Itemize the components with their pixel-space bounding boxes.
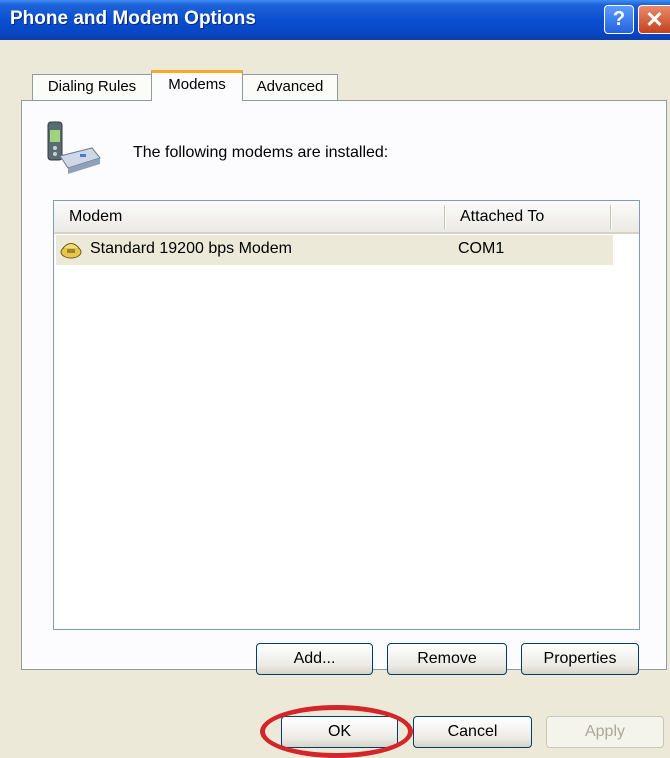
add-button[interactable]: Add... <box>256 643 373 675</box>
installed-modems-text: The following modems are installed: <box>133 144 389 161</box>
tab-advanced[interactable]: Advanced <box>242 74 338 100</box>
phone-modem-icon <box>47 121 101 174</box>
help-button[interactable]: ? <box>604 5 634 34</box>
modems-list[interactable]: Modem Attached To Standard 19200 bps Mod… <box>53 200 640 630</box>
list-item[interactable]: Standard 19200 bps Modem COM1 <box>56 235 613 265</box>
modem-name: Standard 19200 bps Modem <box>90 240 292 257</box>
column-header-modem[interactable]: Modem <box>69 208 122 226</box>
cancel-button[interactable]: Cancel <box>413 716 532 748</box>
title-bar[interactable]: Phone and Modem Options ? ✕ <box>0 0 670 40</box>
column-header-attached-to[interactable]: Attached To <box>460 208 544 226</box>
modem-icon <box>60 243 82 259</box>
column-divider[interactable] <box>444 205 446 229</box>
list-header: Modem Attached To <box>54 201 639 234</box>
remove-button[interactable]: Remove <box>387 643 507 675</box>
tab-modems[interactable]: Modems <box>151 70 243 101</box>
window-title: Phone and Modem Options <box>10 8 256 29</box>
column-divider[interactable] <box>610 205 612 229</box>
phone-modem-dialog: Phone and Modem Options ? ✕ Dialing Rule… <box>0 0 670 758</box>
apply-button[interactable]: Apply <box>546 716 664 748</box>
close-button[interactable]: ✕ <box>638 5 670 34</box>
properties-button[interactable]: Properties <box>521 643 639 675</box>
tab-dialing-rules[interactable]: Dialing Rules <box>32 74 152 100</box>
ok-highlight-annotation <box>260 705 413 758</box>
modem-port: COM1 <box>458 240 505 257</box>
